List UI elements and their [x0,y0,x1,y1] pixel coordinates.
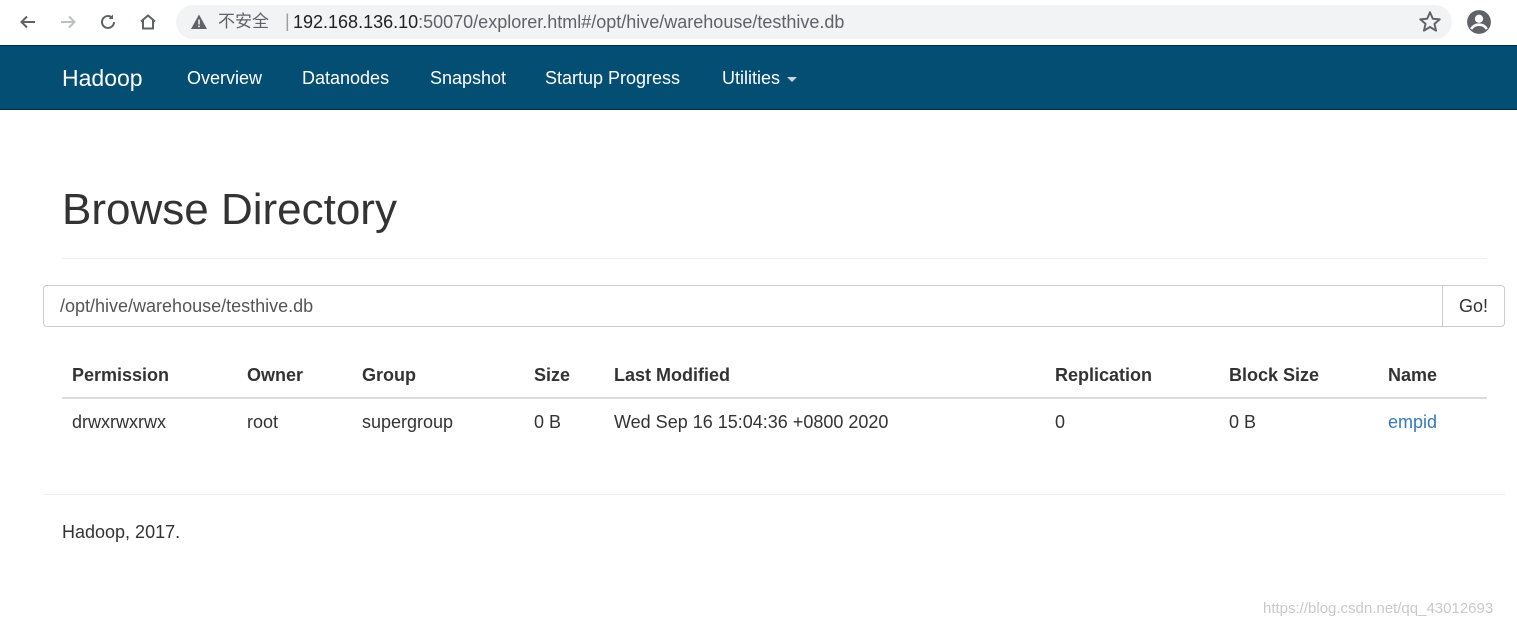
home-button[interactable] [134,8,162,36]
col-header-size[interactable]: Size [534,364,570,386]
nav-datanodes[interactable]: Datanodes [302,67,389,89]
cell-permission: drwxrwxrwx [72,412,166,432]
col-header-name[interactable]: Name [1388,364,1437,386]
caret-down-icon [787,76,798,82]
col-header-replication[interactable]: Replication [1055,364,1152,386]
col-header-owner[interactable]: Owner [247,364,303,386]
footer-text: Hadoop, 2017. [62,522,181,542]
cell-block-size: 0 B [1229,412,1257,432]
nav-overview[interactable]: Overview [187,67,262,89]
nav-startup-progress[interactable]: Startup Progress [545,67,680,89]
cell-owner: root [247,412,279,432]
cell-name-link[interactable]: empid [1388,411,1437,433]
footer-divider [43,494,1505,495]
browser-toolbar: 不安全 | 192.168.136.10:50070/explorer.html… [0,0,1517,45]
reload-button[interactable] [94,8,122,36]
col-header-last-modified[interactable]: Last Modified [614,364,730,386]
title-divider [62,258,1487,259]
top-navbar: Hadoop Overview Datanodes Snapshot Start… [0,45,1517,110]
directory-path-input[interactable] [43,285,1443,327]
cell-last-modified: Wed Sep 16 15:04:36 +0800 2020 [614,412,889,432]
go-button[interactable]: Go! [1442,285,1505,327]
nav-snapshot[interactable]: Snapshot [430,67,506,89]
cell-replication: 0 [1055,412,1066,432]
reload-icon [101,14,115,29]
back-button[interactable] [14,8,42,36]
url-path: :50070/explorer.html#/opt/hive/warehouse… [418,12,845,32]
nav-utilities-label: Utilities [722,68,781,88]
col-header-permission[interactable]: Permission [72,364,169,386]
bookmark-star-icon[interactable] [1417,9,1443,35]
col-header-block-size[interactable]: Block Size [1229,364,1319,386]
cell-size: 0 B [534,412,562,432]
navbar-brand[interactable]: Hadoop [62,65,143,91]
col-header-group[interactable]: Group [362,364,416,386]
warning-icon [191,14,207,29]
cell-group: supergroup [362,412,454,432]
watermark-text: https://blog.csdn.net/qq_43012693 [1263,600,1494,617]
nav-utilities[interactable]: Utilities [722,67,798,89]
profile-icon[interactable] [1466,9,1492,35]
forward-button[interactable] [54,8,82,36]
address-bar[interactable]: 不安全 | 192.168.136.10:50070/explorer.html… [176,5,1452,39]
url-separator: | [285,11,290,31]
back-arrow-icon [20,15,35,29]
url-text: 192.168.136.10:50070/explorer.html#/opt/… [293,12,844,32]
insecure-label: 不安全 [218,12,269,32]
table-header-divider [62,397,1487,399]
page-title: Browse Directory [62,185,397,234]
url-host: 192.168.136.10 [293,12,419,32]
home-icon [140,14,156,30]
forward-arrow-icon [61,15,76,29]
